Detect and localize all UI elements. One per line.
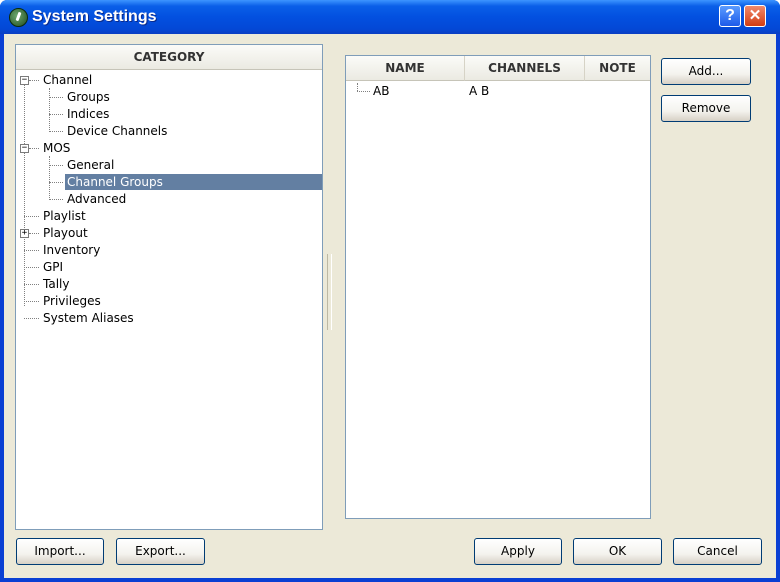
- dialog-body: CATEGORY − − + Channel Groups Indices De…: [4, 34, 776, 578]
- category-panel: CATEGORY − − + Channel Groups Indices De…: [15, 44, 323, 530]
- window-title: System Settings: [32, 8, 157, 25]
- cancel-button[interactable]: Cancel: [673, 538, 762, 565]
- column-header-name[interactable]: NAME: [346, 56, 465, 81]
- tree-item-tally[interactable]: Tally: [41, 276, 71, 292]
- tree-line: [49, 97, 63, 98]
- tree-line: [24, 250, 39, 251]
- collapse-icon[interactable]: −: [20, 144, 29, 153]
- row-channels: A B: [469, 84, 490, 98]
- app-icon: [9, 8, 28, 27]
- tree-line: [49, 88, 50, 130]
- export-button[interactable]: Export...: [116, 538, 205, 565]
- tree-line: [49, 131, 63, 132]
- tree-line: [49, 165, 63, 166]
- tree-line: [24, 80, 25, 306]
- tree-line: [29, 80, 39, 81]
- collapse-icon[interactable]: −: [20, 76, 29, 85]
- close-button[interactable]: ✕: [744, 5, 766, 27]
- tree-item-indices[interactable]: Indices: [65, 106, 111, 122]
- tree-line: [29, 233, 39, 234]
- expand-icon[interactable]: +: [20, 229, 29, 238]
- column-header-channels[interactable]: CHANNELS: [465, 56, 585, 81]
- tree-item-playout[interactable]: Playout: [41, 225, 90, 241]
- tree-line: [24, 318, 39, 319]
- tree-line: [24, 267, 39, 268]
- tree-line: [357, 91, 370, 92]
- add-button[interactable]: Add...: [661, 58, 751, 85]
- tree-item-privileges[interactable]: Privileges: [41, 293, 103, 309]
- tree-line: [49, 199, 63, 200]
- column-header-note[interactable]: NOTE: [585, 56, 650, 81]
- table-row[interactable]: AB A B: [346, 83, 650, 100]
- channel-groups-list: NAME CHANNELS NOTE AB A B: [345, 55, 651, 519]
- title-bar[interactable]: System Settings ? ✕: [0, 0, 780, 34]
- category-header: CATEGORY: [16, 45, 322, 70]
- apply-button[interactable]: Apply: [474, 538, 562, 565]
- tree-item-channel[interactable]: Channel: [41, 72, 94, 88]
- tree-item-general[interactable]: General: [65, 157, 116, 173]
- tree-item-inventory[interactable]: Inventory: [41, 242, 102, 258]
- tree-line: [49, 114, 63, 115]
- tree-item-device-channels[interactable]: Device Channels: [65, 123, 169, 139]
- ok-button[interactable]: OK: [573, 538, 662, 565]
- row-name: AB: [373, 84, 390, 98]
- tree-item-system-aliases[interactable]: System Aliases: [41, 310, 136, 326]
- tree-line: [49, 156, 50, 198]
- tree-line: [24, 216, 39, 217]
- tree-line: [29, 148, 39, 149]
- tree-item-playlist[interactable]: Playlist: [41, 208, 88, 224]
- remove-button[interactable]: Remove: [661, 95, 751, 122]
- system-settings-window: System Settings ? ✕ CATEGORY − − + Chann…: [0, 0, 780, 582]
- tree-item-channel-groups[interactable]: Channel Groups: [65, 174, 322, 190]
- help-button[interactable]: ?: [719, 5, 741, 27]
- tree-item-gpi[interactable]: GPI: [41, 259, 65, 275]
- import-button[interactable]: Import...: [16, 538, 104, 565]
- splitter-handle[interactable]: [327, 254, 332, 330]
- tree-item-advanced[interactable]: Advanced: [65, 191, 128, 207]
- tree-line: [49, 182, 63, 183]
- tree-item-mos[interactable]: MOS: [41, 140, 72, 156]
- tree-line: [24, 284, 39, 285]
- tree-item-groups[interactable]: Groups: [65, 89, 112, 105]
- tree-line: [357, 83, 358, 91]
- tree-line: [24, 301, 39, 302]
